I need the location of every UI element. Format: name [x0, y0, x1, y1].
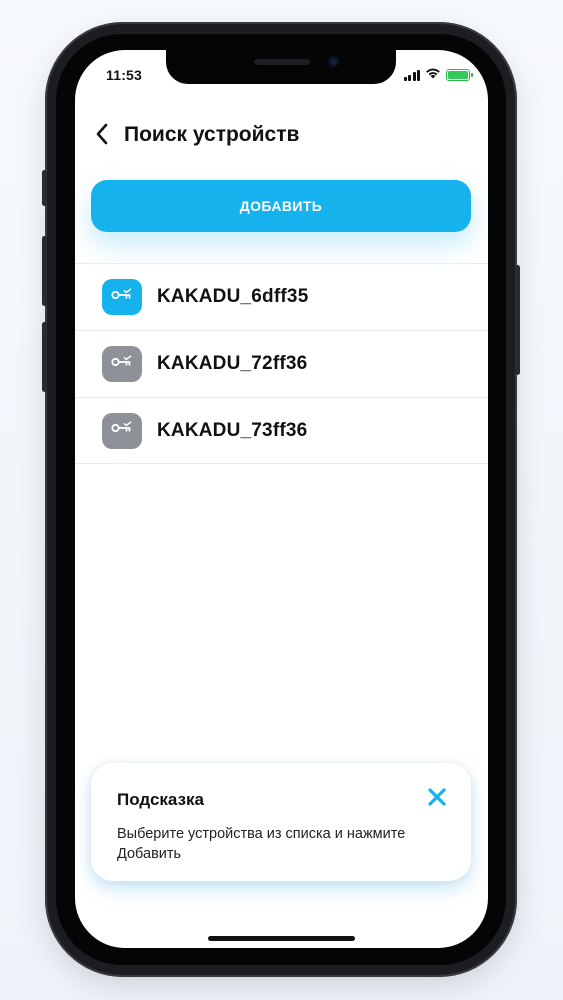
- device-name: KAKADU_72ff36: [157, 353, 308, 374]
- status-time: 11:53: [106, 67, 143, 83]
- key-icon: [111, 354, 133, 374]
- device-name: KAKADU_73ff36: [157, 419, 308, 441]
- add-button[interactable]: ДОБАВИТЬ: [91, 180, 471, 232]
- device-icon-bg: [102, 346, 142, 382]
- screen: 11:53 Поиск устройств ДОБАВИТЬ KAKADU_6d…: [75, 50, 488, 948]
- mute-switch: [42, 170, 47, 206]
- device-item-3[interactable]: KAKADU_73ff36: [75, 397, 488, 464]
- wifi-icon: [425, 66, 441, 84]
- notch: [166, 50, 396, 84]
- volume-down-button: [42, 322, 47, 392]
- device-icon-bg: [102, 412, 142, 449]
- device-item-2[interactable]: KAKADU_72ff36: [75, 330, 488, 397]
- hint-card: Подсказка Выберите устройства из списка …: [91, 763, 471, 881]
- close-icon: [427, 787, 447, 812]
- status-icons: [403, 66, 473, 84]
- device-list: KAKADU_6dff35 KAKADU_72ff36 KAKADU_73ff3…: [75, 263, 488, 464]
- hint-close-button[interactable]: [423, 785, 451, 813]
- page-title: Поиск устройств: [124, 123, 300, 146]
- device-icon-bg: [102, 279, 142, 315]
- speaker-grille: [254, 59, 310, 65]
- header: Поиск устройств: [75, 120, 488, 152]
- device-item-1[interactable]: KAKADU_6dff35: [75, 263, 488, 330]
- signal-icon: [403, 69, 420, 81]
- hint-title: Подсказка: [117, 790, 204, 809]
- key-icon: [111, 421, 133, 440]
- power-button: [515, 265, 520, 375]
- back-button[interactable]: [87, 120, 117, 152]
- home-indicator[interactable]: [208, 936, 355, 941]
- chevron-left-icon: [95, 123, 109, 150]
- front-camera: [328, 56, 339, 67]
- battery-charging-icon: [446, 69, 473, 81]
- hint-text: Выберите устройства из списка и нажмите …: [117, 826, 406, 862]
- volume-up-button: [42, 236, 47, 306]
- key-icon: [111, 287, 133, 307]
- device-name: KAKADU_6dff35: [157, 286, 309, 307]
